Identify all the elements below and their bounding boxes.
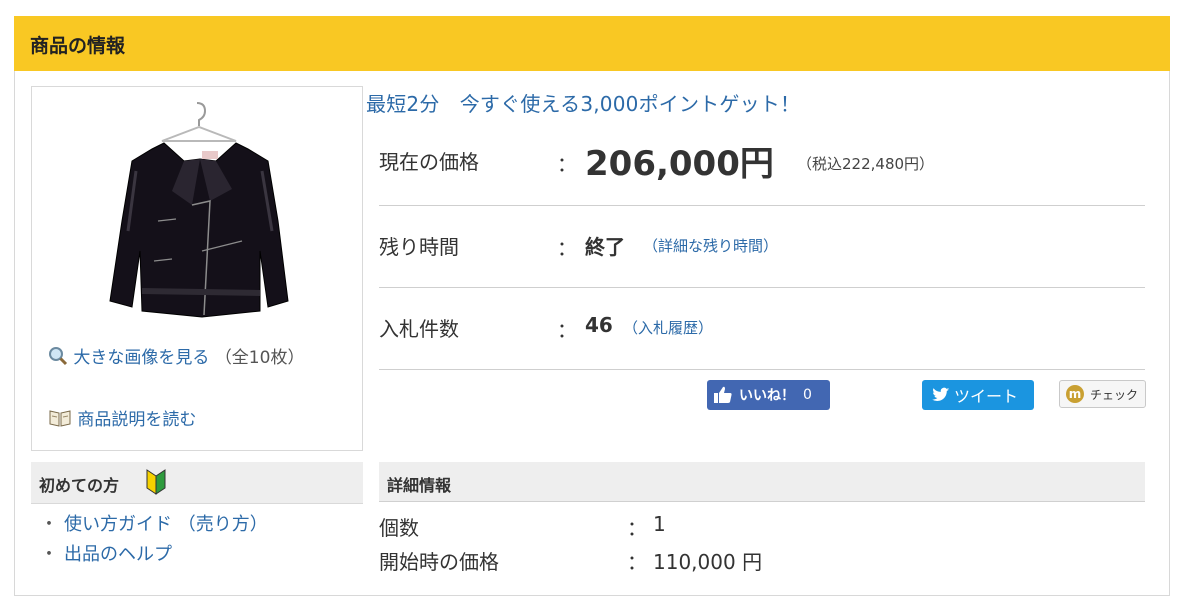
facebook-like-count: 0 xyxy=(803,387,812,403)
check-label: チェック xyxy=(1090,387,1139,402)
colon: ： xyxy=(557,318,577,342)
read-description-row: 商品説明を読む xyxy=(48,405,196,435)
mixi-check-button[interactable]: m チェック xyxy=(1059,380,1146,408)
tax-included-price: （税込222,480円） xyxy=(797,155,935,173)
colon: ： xyxy=(627,516,647,540)
mixi-m-icon: m xyxy=(1066,385,1084,403)
time-left-label: 残り時間 xyxy=(379,235,459,259)
list-item: ・使い方ガイド （売り方） xyxy=(40,514,268,535)
detailed-time-left-link[interactable]: （詳細な残り時間） xyxy=(643,235,778,256)
view-large-image-link[interactable]: 大きな画像を見る xyxy=(73,348,209,368)
quantity-value: 1 xyxy=(653,512,666,536)
colon: ： xyxy=(627,550,647,574)
list-item: ・出品のヘルプ xyxy=(40,544,172,565)
bid-count-value: 46 xyxy=(585,313,613,337)
book-icon xyxy=(48,410,77,430)
bid-count-row: 入札件数 ： 46 （入札履歴） xyxy=(379,288,1145,370)
read-description-link[interactable]: 商品説明を読む xyxy=(77,410,196,430)
current-price-row: 現在の価格 ： 206,000円 （税込222,480円） xyxy=(379,128,1145,206)
facebook-like-button[interactable]: いいね！ 0 xyxy=(707,380,830,410)
start-price-value: 110,000 円 xyxy=(653,550,763,574)
points-promo-link[interactable]: 最短2分 今すぐ使える3,000ポイントゲット！ xyxy=(366,88,800,117)
image-count-label: （全10枚） xyxy=(214,348,305,368)
current-price-value: 206,000円 xyxy=(585,144,774,184)
details-section-header: 詳細情報 xyxy=(379,462,1145,502)
bid-history-link[interactable]: （入札履歴） xyxy=(623,317,713,338)
thumbs-up-icon xyxy=(714,386,732,403)
item-photo-leather-jacket[interactable] xyxy=(92,101,302,326)
bid-count-label: 入札件数 xyxy=(379,317,459,341)
colon: ： xyxy=(557,152,577,176)
quantity-label: 個数 xyxy=(379,516,419,540)
item-info-header: 商品の情報 xyxy=(14,16,1170,71)
facebook-like-label: いいね！ xyxy=(739,388,795,404)
details-title: 詳細情報 xyxy=(387,476,452,495)
beginners-links: ・使い方ガイド （売り方） ・出品のヘルプ xyxy=(40,510,268,570)
beginners-section-header: 初めての方 xyxy=(31,462,363,504)
time-left-value: 終了 xyxy=(585,235,625,259)
item-image-box: 大きな画像を見る （全10枚） 商品説明を読む xyxy=(31,86,363,451)
view-large-image-row: 大きな画像を見る （全10枚） xyxy=(48,343,348,373)
start-price-label: 開始時の価格 xyxy=(379,550,499,574)
tweet-button[interactable]: ツイート xyxy=(922,380,1034,410)
tweet-label: ツイート xyxy=(954,387,1019,406)
page-title: 商品の情報 xyxy=(30,35,126,57)
current-price-label: 現在の価格 xyxy=(379,150,479,174)
magnifier-icon xyxy=(48,347,73,368)
beginners-title: 初めての方 xyxy=(39,476,120,495)
beginner-mark-icon xyxy=(146,469,166,495)
time-left-row: 残り時間 ： 終了 （詳細な残り時間） xyxy=(379,206,1145,288)
colon: ： xyxy=(557,236,577,260)
usage-guide-link[interactable]: 使い方ガイド （売り方） xyxy=(64,514,268,535)
listing-help-link[interactable]: 出品のヘルプ xyxy=(64,544,172,565)
twitter-bird-icon xyxy=(932,387,950,402)
